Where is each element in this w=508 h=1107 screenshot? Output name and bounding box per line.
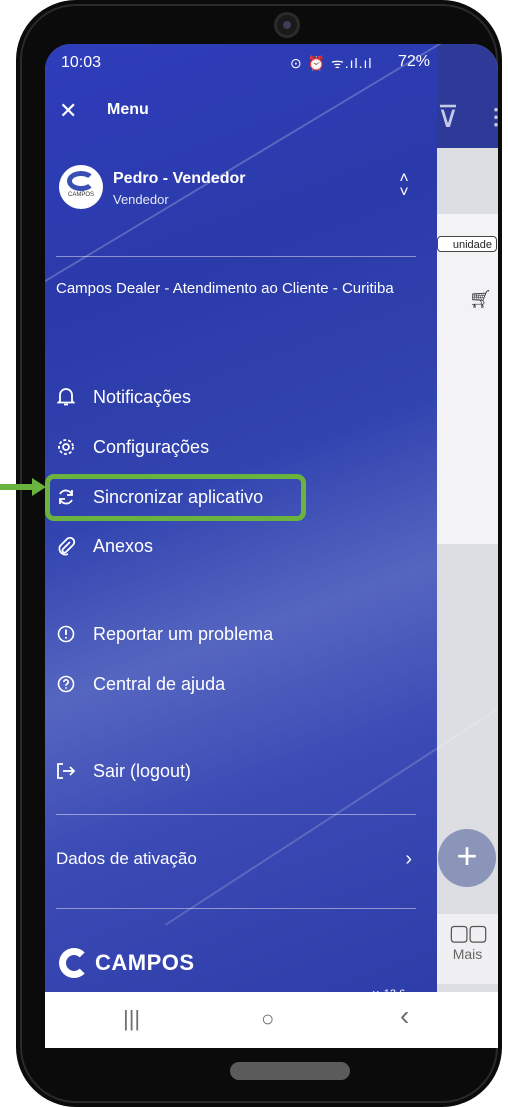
add-fab-button[interactable]: + — [438, 829, 496, 887]
more-tab-label: Mais — [452, 946, 483, 962]
recents-button[interactable]: ||| — [123, 1006, 140, 1032]
menu-item-anexos[interactable]: Anexos — [53, 529, 413, 563]
company-name: Campos Dealer - Atendimento ao Cliente -… — [56, 280, 394, 297]
bell-icon — [53, 384, 79, 410]
grid-icon: ▢▢ — [448, 920, 489, 945]
user-name: Pedro - Vendedor — [113, 170, 246, 187]
user-role: Vendedor — [113, 192, 169, 207]
menu-item-reportar[interactable]: Reportar um problema — [53, 617, 413, 651]
campos-logo-icon — [67, 171, 95, 191]
menu-item-label: Anexos — [93, 535, 154, 556]
pointer-arrow-line — [0, 484, 34, 490]
brand-logo: CAMPOS — [59, 948, 195, 978]
campos-logo-icon — [59, 948, 89, 978]
status-icons: ⊙ ⏰ ᯤ.ıl.ıl — [290, 55, 373, 71]
menu-item-label: Central de ajuda — [93, 673, 226, 694]
chevron-right-icon: › — [405, 847, 412, 870]
divider — [56, 814, 416, 815]
back-button[interactable]: ‹ — [400, 1000, 409, 1032]
home-button[interactable]: ○ — [261, 1006, 274, 1032]
close-icon[interactable]: ✕ — [59, 100, 77, 122]
menu-item-sair[interactable]: Sair (logout) — [53, 754, 413, 788]
logout-icon — [53, 758, 79, 784]
status-time: 10:03 — [61, 54, 102, 71]
divider — [56, 908, 416, 909]
cart-icon[interactable]: 🛒︎ — [469, 289, 492, 310]
menu-item-label: Notificações — [93, 386, 192, 407]
menu-item-label: Reportar um problema — [93, 623, 274, 644]
gear-icon — [53, 434, 79, 460]
divider — [56, 256, 416, 257]
menu-item-configuracoes[interactable]: Configurações — [53, 430, 413, 464]
status-bar: 10:03 ⊙ ⏰ ᯤ.ıl.ıl 72% — [45, 44, 498, 78]
front-camera — [274, 12, 300, 38]
battery-level: 72% — [398, 53, 431, 70]
filter-icon[interactable]: ⊽ — [437, 100, 459, 135]
alert-circle-icon — [53, 621, 79, 647]
menu-item-notificacoes[interactable]: Notificações — [53, 380, 413, 414]
avatar-brand-text: CAMPOS — [67, 192, 94, 198]
paperclip-icon — [53, 533, 79, 559]
menu-item-label: Sair (logout) — [93, 760, 192, 781]
phone-screen: ⊽ ⋮ unidade 🛒︎ + ▢▢ Mais 10:03 ⊙ ⏰ ᯤ.ıl.… — [45, 44, 498, 1048]
brand-name: CAMPOS — [95, 950, 195, 975]
background-card — [437, 214, 498, 544]
menu-item-label: Configurações — [93, 436, 210, 457]
activation-data-row[interactable]: Dados de ativação › — [56, 844, 416, 874]
account-switch-icon[interactable]: ˄ ˅ — [395, 171, 413, 201]
help-circle-icon — [53, 671, 79, 697]
phone-home-indicator — [230, 1062, 350, 1080]
unit-badge: unidade — [437, 236, 497, 252]
navigation-drawer: 10:03 ⊙ ⏰ ᯤ.ıl.ıl 72% ✕ Menu CAMPOS Pedr… — [45, 44, 437, 1004]
system-nav-bar: ||| ○ ‹ — [45, 992, 498, 1048]
more-tab[interactable]: ▢▢ Mais — [437, 914, 498, 984]
more-options-icon[interactable]: ⋮ — [485, 104, 498, 130]
avatar: CAMPOS — [59, 165, 103, 209]
drawer-title: Menu — [107, 101, 149, 118]
menu-item-central-ajuda[interactable]: Central de ajuda — [53, 667, 413, 701]
pointer-arrow-head — [32, 478, 46, 496]
activation-label: Dados de ativação — [56, 849, 197, 868]
sync-highlight-box — [45, 474, 306, 521]
